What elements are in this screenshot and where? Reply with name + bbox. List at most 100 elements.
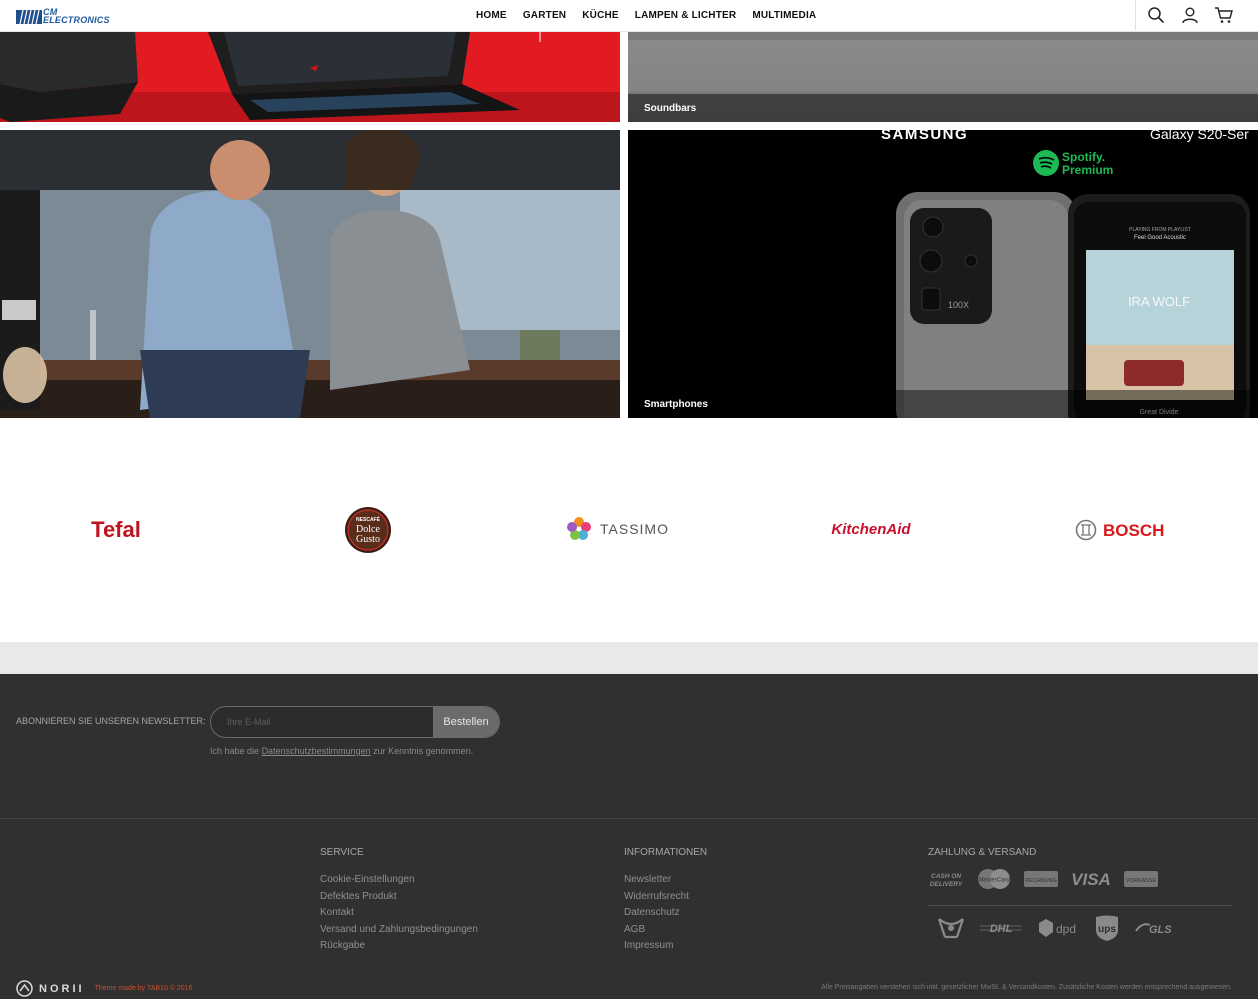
nav-kueche[interactable]: KÜCHE	[582, 10, 619, 21]
privacy-policy-link[interactable]: Datenschutzbestimmungen	[262, 746, 371, 756]
svg-text:MasterCard: MasterCard	[978, 878, 1010, 884]
divider-strip	[0, 642, 1258, 674]
newsletter-label: ABONNIEREN SIE UNSEREN NEWSLETTER:	[16, 716, 206, 726]
svg-text:KitchenAid: KitchenAid	[831, 521, 911, 538]
visa-icon: VISA	[1071, 870, 1111, 889]
svg-text:RECHNUNG: RECHNUNG	[1025, 878, 1057, 884]
svg-text:VORKASSE: VORKASSE	[1126, 878, 1157, 884]
svg-text:GLS: GLS	[1149, 924, 1172, 936]
brand-dolce-gusto[interactable]: NESCAFÉ Dolce Gusto	[330, 506, 406, 554]
dpd-icon: dpd	[1039, 919, 1076, 937]
banner-kitchen[interactable]	[0, 130, 620, 418]
banner-caption-soundbars: Soundbars	[628, 94, 1258, 122]
brand-tassimo[interactable]: TASSIMO	[566, 506, 676, 554]
svg-text:DELIVERY: DELIVERY	[930, 881, 963, 888]
main-nav: HOME GARTEN KÜCHE LAMPEN & LICHTER MULTI…	[476, 0, 816, 30]
galaxy-text: Galaxy S20-Ser	[1150, 130, 1249, 142]
service-link-rueckgabe[interactable]: Rückgabe	[320, 938, 478, 955]
account-icon[interactable]	[1180, 5, 1200, 25]
service-title: SERVICE	[320, 847, 364, 858]
site-footer: ABONNIEREN SIE UNSEREN NEWSLETTER: Beste…	[0, 674, 1258, 999]
rechnung-icon: RECHNUNG	[1024, 871, 1058, 887]
payment-title: ZAHLUNG & VERSAND	[928, 847, 1037, 858]
dhl-icon: DHL	[980, 923, 1022, 935]
samsung-text: SAMSUNG	[881, 130, 968, 143]
service-link-kontakt[interactable]: Kontakt	[320, 905, 478, 922]
svg-text:NESCAFÉ: NESCAFÉ	[356, 515, 381, 523]
newsletter-submit-button[interactable]: Bestellen	[433, 707, 499, 737]
album-text: IRA WOLF	[1128, 294, 1190, 309]
legal-notice: Alle Preisangaben verstehen sich inkl. g…	[821, 984, 1232, 991]
svg-text:ups: ups	[1098, 924, 1116, 935]
logo-bars-icon	[16, 9, 42, 25]
nav-garten[interactable]: GARTEN	[523, 10, 566, 21]
banner-smartphones[interactable]: SAMSUNG Galaxy S20-Ser Spotify. Premium …	[628, 130, 1258, 418]
brand-bosch[interactable]: BOSCH	[1070, 506, 1182, 554]
privacy-note-after: zur Kenntnis genommen.	[373, 746, 474, 756]
spotify-line1: Spotify.	[1062, 150, 1105, 164]
dolce-gusto-logo: NESCAFÉ Dolce Gusto	[345, 507, 391, 553]
service-link-cookies[interactable]: Cookie-Einstellungen	[320, 872, 478, 889]
soundbar-image	[628, 32, 1258, 92]
shipping-methods: DHL dpd ups GLS	[936, 914, 1178, 942]
spotify-line2: Premium	[1062, 163, 1113, 177]
newsletter-privacy-note: Ich habe die Datenschutzbestimmungen zur…	[210, 746, 473, 756]
site-logo[interactable]: CM ELECTRONICS	[16, 7, 110, 27]
deutsche-post-icon	[937, 918, 965, 939]
payment-separator	[928, 905, 1232, 906]
svg-text:CASH ON: CASH ON	[931, 873, 961, 880]
footer-separator	[0, 818, 1258, 819]
kitchen-image	[0, 130, 620, 418]
service-link-defekt[interactable]: Defektes Produkt	[320, 889, 478, 906]
playlist-text: Feel Good Acoustic	[1134, 235, 1186, 241]
svg-text:DHL: DHL	[990, 923, 1013, 935]
kitchenaid-logo: KitchenAid	[831, 521, 911, 538]
info-link-datenschutz[interactable]: Datenschutz	[624, 905, 689, 922]
brand-tefal[interactable]: Tefal	[60, 506, 172, 554]
brand-kitchenaid[interactable]: KitchenAid	[816, 506, 926, 554]
svg-text:dpd: dpd	[1056, 922, 1076, 936]
nav-lampen[interactable]: LAMPEN & LICHTER	[635, 10, 737, 21]
banner-laptops[interactable]	[0, 32, 620, 122]
norii-logo-icon	[16, 980, 33, 997]
ups-icon: ups	[1096, 915, 1118, 941]
banner-caption-smartphones: Smartphones	[628, 390, 1258, 418]
svg-text:Tefal: Tefal	[91, 517, 141, 542]
service-list: Cookie-Einstellungen Defektes Produkt Ko…	[320, 872, 478, 955]
info-link-widerruf[interactable]: Widerrufsrecht	[624, 889, 689, 906]
service-link-versand[interactable]: Versand und Zahlungsbedingungen	[320, 922, 478, 939]
playing-from-text: PLAYING FROM PLAYLIST	[1129, 227, 1191, 233]
nav-home[interactable]: HOME	[476, 10, 507, 21]
info-link-agb[interactable]: AGB	[624, 922, 689, 939]
mastercard-icon: MasterCard	[978, 869, 1010, 889]
tassimo-logo: TASSIMO	[567, 517, 669, 540]
svg-text:TASSIMO: TASSIMO	[600, 521, 669, 537]
payment-methods: CASH ON DELIVERY MasterCard RECHNUNG VIS…	[928, 868, 1158, 890]
smartphone-image: SAMSUNG Galaxy S20-Ser Spotify. Premium …	[881, 130, 1250, 418]
tefal-logo: Tefal	[91, 517, 141, 542]
nav-multimedia[interactable]: MULTIMEDIA	[752, 10, 816, 21]
logo-text: CM ELECTRONICS	[43, 8, 110, 25]
vorkasse-icon: VORKASSE	[1124, 871, 1158, 887]
svg-text:BOSCH: BOSCH	[1103, 521, 1164, 540]
gls-icon: GLS	[1135, 923, 1172, 936]
banner-soundbars[interactable]: Soundbars	[628, 32, 1258, 122]
header-actions	[1135, 0, 1234, 30]
zoom-text: 100X	[948, 300, 969, 310]
svg-text:VISA: VISA	[1071, 870, 1111, 889]
laptop-image	[0, 32, 620, 122]
privacy-note-before: Ich habe die	[210, 746, 260, 756]
search-icon[interactable]	[1146, 5, 1166, 25]
footer-brand: NORII Theme made by TAB10 © 2016	[16, 980, 192, 997]
bosch-logo: BOSCH	[1075, 519, 1164, 541]
info-link-newsletter[interactable]: Newsletter	[624, 872, 689, 889]
brand-slider: Tefal NESCAFÉ Dolce Gusto TASSIMO Kitche…	[0, 418, 1258, 642]
cart-icon[interactable]	[1214, 5, 1234, 25]
newsletter-email-input[interactable]	[211, 707, 435, 737]
newsletter-form: Bestellen	[210, 706, 500, 738]
theme-credit[interactable]: Theme made by TAB10 © 2016	[95, 985, 193, 992]
norii-brand-text: NORII	[39, 982, 85, 995]
svg-text:Gusto: Gusto	[356, 534, 380, 545]
cash-on-delivery-icon: CASH ON DELIVERY	[930, 873, 963, 888]
info-link-impressum[interactable]: Impressum	[624, 938, 689, 955]
